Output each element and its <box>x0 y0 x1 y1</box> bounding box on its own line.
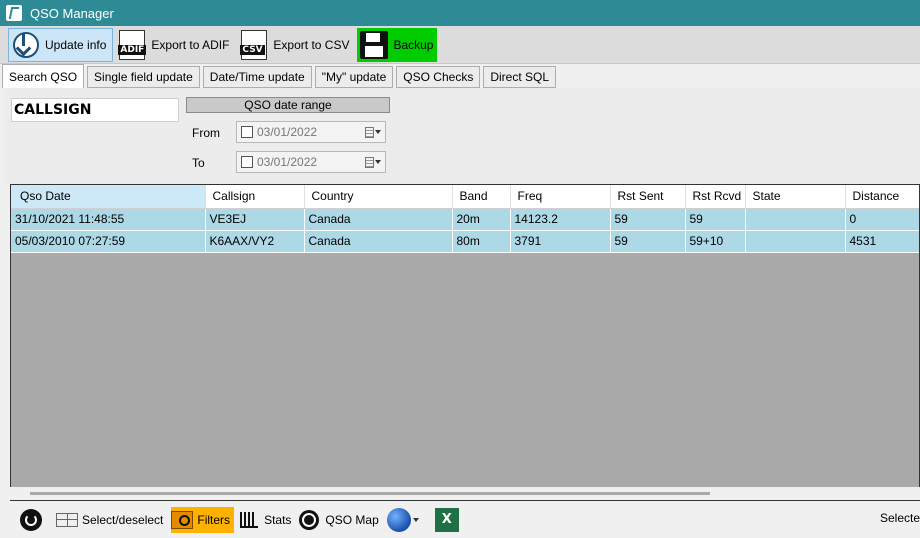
column-header[interactable]: Distance <box>845 185 919 209</box>
cell-band[interactable]: 20m <box>452 208 511 231</box>
column-header[interactable]: State <box>745 185 846 209</box>
excel-icon: X <box>434 507 459 532</box>
column-header[interactable]: Qso Date <box>11 185 206 209</box>
qso-table: Qso Date Callsign Country Band Freq Rst … <box>11 185 919 253</box>
callsign-input[interactable]: CALLSIGN <box>11 98 179 122</box>
google-earth-dropdown[interactable] <box>386 507 429 533</box>
filter-folder-icon <box>171 510 194 529</box>
from-date-checkbox[interactable] <box>241 126 253 138</box>
update-info-button[interactable]: Update info <box>8 27 114 62</box>
cell-callsign[interactable]: K6AAX/VY2 <box>205 230 305 253</box>
scrollbar-thumb[interactable] <box>30 492 710 495</box>
cell-state[interactable] <box>745 230 846 253</box>
tab-bar: Search QSO Single field update Date/Time… <box>0 64 920 88</box>
cell-country[interactable]: Canada <box>304 230 453 253</box>
stats-button[interactable]: Stats <box>240 507 293 533</box>
to-date-value: 03/01/2022 <box>257 155 318 169</box>
csv-file-icon: CSV <box>239 29 269 60</box>
filters-button[interactable]: Filters <box>171 506 235 533</box>
export-adif-button[interactable]: ADIF Export to ADIF <box>115 28 235 62</box>
adif-file-icon: ADIF <box>117 29 147 60</box>
filters-label: Filters <box>197 512 231 527</box>
to-label: To <box>192 156 205 170</box>
cell-rst-rcvd[interactable]: 59 <box>685 208 746 231</box>
to-date-checkbox[interactable] <box>241 156 253 168</box>
select-deselect-button[interactable]: Select/deselect <box>56 507 165 533</box>
cell-qso-date[interactable]: 31/10/2021 11:48:55 <box>11 208 206 231</box>
export-adif-label: Export to ADIF <box>151 37 230 52</box>
column-header[interactable]: Rst Sent <box>610 185 686 209</box>
refresh-icon <box>20 508 42 531</box>
cell-state[interactable] <box>745 208 846 231</box>
tab-qso-checks[interactable]: QSO Checks <box>396 66 481 88</box>
cell-freq[interactable]: 14123.2 <box>510 208 611 231</box>
tab-date-time-update[interactable]: Date/Time update <box>202 66 312 88</box>
cell-freq[interactable]: 3791 <box>510 230 611 253</box>
tab-search-qso[interactable]: Search QSO <box>2 64 85 88</box>
floppy-disk-icon <box>359 30 389 60</box>
bar-chart-icon <box>240 511 259 528</box>
earth-icon <box>386 507 411 532</box>
cell-callsign[interactable]: VE3EJ <box>205 208 305 231</box>
table-row[interactable]: 31/10/2021 11:48:55 VE3EJ Canada 20m 141… <box>11 208 919 231</box>
column-header[interactable]: Country <box>304 185 453 209</box>
cell-distance[interactable]: 0 <box>845 208 919 231</box>
column-header[interactable]: Band <box>452 185 511 209</box>
date-range-header: QSO date range <box>186 97 390 113</box>
cell-rst-sent[interactable]: 59 <box>610 208 686 231</box>
cell-rst-sent[interactable]: 59 <box>610 230 686 253</box>
column-header[interactable]: Rst Rcvd <box>685 185 746 209</box>
cell-rst-rcvd[interactable]: 59+10 <box>685 230 746 253</box>
adif-tag: ADIF <box>118 44 147 55</box>
table-row[interactable]: 05/03/2010 07:27:59 K6AAX/VY2 Canada 80m… <box>11 230 919 253</box>
stats-label: Stats <box>264 512 292 527</box>
download-icon <box>11 30 41 60</box>
calendar-icon[interactable] <box>365 126 381 138</box>
export-csv-label: Export to CSV <box>273 37 350 52</box>
csv-tag: CSV <box>240 44 265 55</box>
cell-qso-date[interactable]: 05/03/2010 07:27:59 <box>11 230 206 253</box>
qso-map-button[interactable]: QSO Map <box>299 507 380 533</box>
tab-direct-sql[interactable]: Direct SQL <box>483 66 557 88</box>
horizontal-scrollbar[interactable] <box>10 487 920 500</box>
from-date-value: 03/01/2022 <box>257 125 318 139</box>
tab-single-field-update[interactable]: Single field update <box>87 66 200 88</box>
excel-export-button[interactable]: X <box>434 507 461 533</box>
window-title: QSO Manager <box>30 5 114 21</box>
status-bar: Select/deselect Filters Stats QSO Map X … <box>0 501 920 538</box>
qso-map-label: QSO Map <box>325 512 379 527</box>
select-deselect-label: Select/deselect <box>82 512 164 527</box>
export-csv-button[interactable]: CSV Export to CSV <box>237 28 355 62</box>
tab-my-update[interactable]: "My" update <box>314 66 394 88</box>
from-label: From <box>192 126 220 140</box>
search-panel: CALLSIGN QSO date range From 03/01/2022 … <box>4 88 920 184</box>
refresh-button[interactable] <box>20 507 50 533</box>
qso-grid[interactable]: Qso Date Callsign Country Band Freq Rst … <box>10 184 920 501</box>
cell-distance[interactable]: 4531 <box>845 230 919 253</box>
toolbar: Update info ADIF Export to ADIF CSV Expo… <box>0 26 920 64</box>
backup-label: Backup <box>393 37 434 52</box>
to-date-picker[interactable]: 03/01/2022 <box>236 151 386 173</box>
dropdown-arrow-icon <box>412 517 419 522</box>
table-header-row: Qso Date Callsign Country Band Freq Rst … <box>11 185 919 209</box>
title-bar: QSO Manager <box>0 0 920 26</box>
select-grid-icon <box>56 512 78 527</box>
column-header[interactable]: Freq <box>510 185 611 209</box>
cell-country[interactable]: Canada <box>304 208 453 231</box>
from-date-picker[interactable]: 03/01/2022 <box>236 121 386 143</box>
app-icon <box>6 5 22 21</box>
update-info-label: Update info <box>45 37 107 52</box>
globe-icon <box>299 509 320 530</box>
selected-count-label: Selected <box>880 511 920 525</box>
cell-band[interactable]: 80m <box>452 230 511 253</box>
backup-button[interactable]: Backup <box>357 27 438 62</box>
column-header[interactable]: Callsign <box>205 185 305 209</box>
calendar-icon[interactable] <box>365 156 381 168</box>
